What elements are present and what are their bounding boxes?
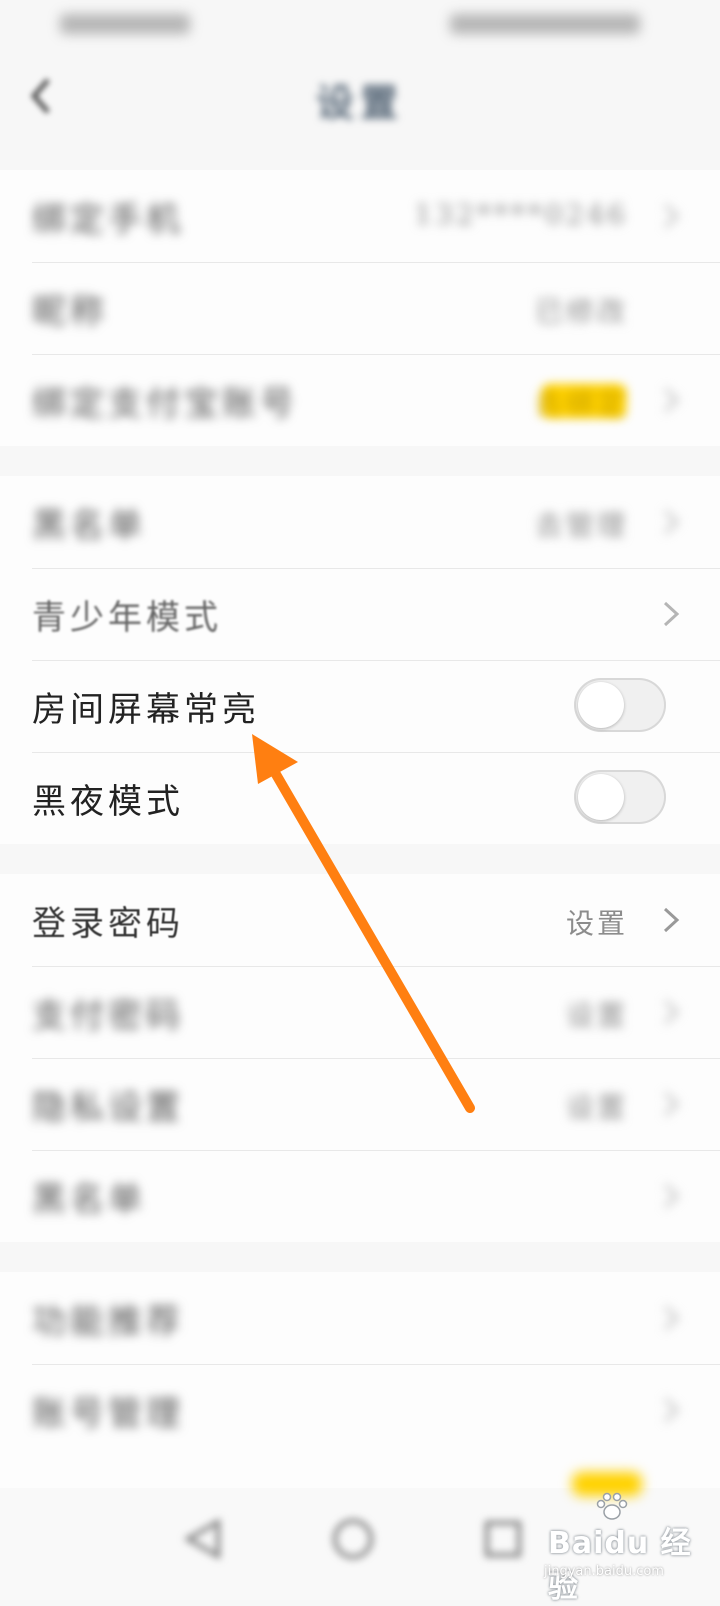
watermark-brand: Baidu 经验 [548,1526,692,1605]
row-label: 昵称 [32,292,108,332]
settings-row-screen-on: 房间屏幕常亮 [0,660,720,752]
circle-home-icon[interactable] [330,1516,376,1562]
chevron-right-icon [663,1305,680,1331]
row-label: 账号管理 [32,1394,184,1434]
row-value: 132****0246 [414,198,628,231]
chevron-right-icon [663,387,680,413]
header: 设置 [0,48,720,142]
settings-row-nickname[interactable]: 昵称 已修改 [0,262,720,354]
row-value: 设置 [565,907,628,940]
row-label: 登录密码 [32,904,184,944]
toggle-knob [578,774,624,820]
settings-row-night-mode: 黑夜模式 [0,752,720,844]
row-value: 设置 [565,999,628,1032]
row-label: 黑名单 [32,506,146,546]
settings-row-phone[interactable]: 绑定手机 132****0246 [0,170,720,262]
settings-row-login-password[interactable]: 登录密码 设置 [0,874,720,966]
display-group: 黑名单 去管理 青少年模式 房间屏幕常亮 黑夜模式 [0,476,720,844]
settings-row-alipay[interactable]: 绑定支付宝账号 去绑定 [0,354,720,446]
settings-row-privacy[interactable]: 隐私设置 设置 [0,1058,720,1150]
triangle-back-icon[interactable] [180,1516,226,1562]
status-right-icons [450,14,640,34]
account-group: 绑定手机 132****0246 昵称 已修改 绑定支付宝账号 去绑定 [0,170,720,446]
row-label: 隐私设置 [32,1088,184,1128]
row-label: 青少年模式 [32,598,222,638]
chevron-right-icon [663,999,680,1025]
screen-on-toggle[interactable] [574,678,666,732]
chevron-right-icon [663,1091,680,1117]
watermark: Baidu 经验 jingyan.baidu.com [540,1488,700,1605]
row-label: 黑夜模式 [32,782,184,822]
more-group: 功能推荐 账号管理 [0,1272,720,1488]
chevron-right-icon [663,509,680,535]
settings-row-account[interactable]: 账号管理 [0,1364,720,1456]
row-label: 支付密码 [32,996,184,1036]
square-recent-icon[interactable] [480,1516,526,1562]
settings-row-blacklist[interactable]: 黑名单 去管理 [0,476,720,568]
status-bar [0,0,720,48]
chevron-right-icon [663,907,680,933]
settings-row-teen-mode[interactable]: 青少年模式 [0,568,720,660]
row-value: 已修改 [534,295,628,328]
watermark-url: jingyan.baidu.com [544,1564,664,1579]
row-value: 设置 [565,1091,628,1124]
row-label: 功能推荐 [32,1302,184,1342]
settings-row-pay-password[interactable]: 支付密码 设置 [0,966,720,1058]
row-label: 黑名单 [32,1180,146,1220]
toggle-knob [578,682,624,728]
settings-row-blocklist[interactable]: 黑名单 [0,1150,720,1242]
page-title: 设置 [315,80,404,125]
chevron-right-icon [663,1397,680,1423]
chevron-right-icon [663,203,680,229]
row-label: 绑定手机 [32,200,184,240]
row-label: 房间屏幕常亮 [32,690,260,730]
chevron-right-icon [663,601,680,627]
security-group: 登录密码 设置 支付密码 设置 隐私设置 设置 黑名单 [0,874,720,1242]
row-value: 去管理 [534,509,628,542]
chevron-right-icon [663,1183,680,1209]
row-value: 去绑定 [534,387,628,420]
night-mode-toggle[interactable] [574,770,666,824]
settings-row-recommend[interactable]: 功能推荐 [0,1272,720,1364]
row-label: 绑定支付宝账号 [32,384,298,424]
status-left-icons [60,14,190,34]
